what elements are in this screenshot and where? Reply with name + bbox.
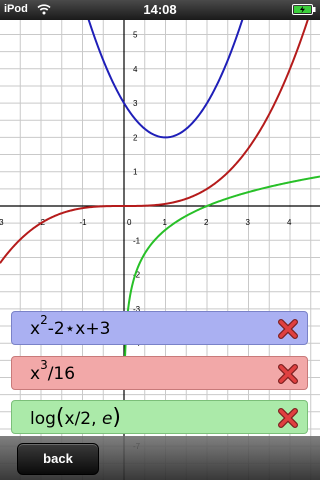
- x-tick-label: 2: [204, 218, 209, 227]
- back-button[interactable]: back: [17, 443, 99, 475]
- x-tick-label: -3: [0, 218, 4, 227]
- delete-x-icon[interactable]: [277, 318, 299, 340]
- x-tick-label: 4: [287, 218, 292, 227]
- y-tick-label: 1: [133, 168, 138, 177]
- x-tick-label: 0: [127, 218, 132, 227]
- y-tick-label: 3: [133, 99, 138, 108]
- x-tick-label: -1: [80, 218, 88, 227]
- status-bar: iPod 14:08: [0, 0, 320, 20]
- battery-icon: [292, 4, 316, 15]
- y-tick-label: 2: [133, 133, 138, 142]
- clock: 14:08: [143, 2, 177, 17]
- curve-2: [0, 20, 309, 264]
- x-tick-label: 1: [163, 218, 168, 227]
- function-formula-1: x2-2⋆x+3: [30, 313, 111, 339]
- delete-x-icon[interactable]: [277, 363, 299, 385]
- function-row-1[interactable]: x2-2⋆x+3: [11, 311, 308, 345]
- function-formula-3: log(x/2, e): [30, 405, 121, 430]
- y-tick-label: 4: [133, 65, 138, 74]
- function-formula-2: x3/16: [30, 358, 76, 384]
- bottom-toolbar: back: [0, 436, 320, 480]
- function-row-3[interactable]: log(x/2, e): [11, 400, 308, 434]
- x-tick-label: 3: [246, 218, 251, 227]
- function-row-2[interactable]: x3/16: [11, 356, 308, 390]
- y-tick-label: -1: [133, 236, 141, 245]
- delete-x-icon[interactable]: [277, 407, 299, 429]
- y-tick-label: 5: [133, 31, 138, 40]
